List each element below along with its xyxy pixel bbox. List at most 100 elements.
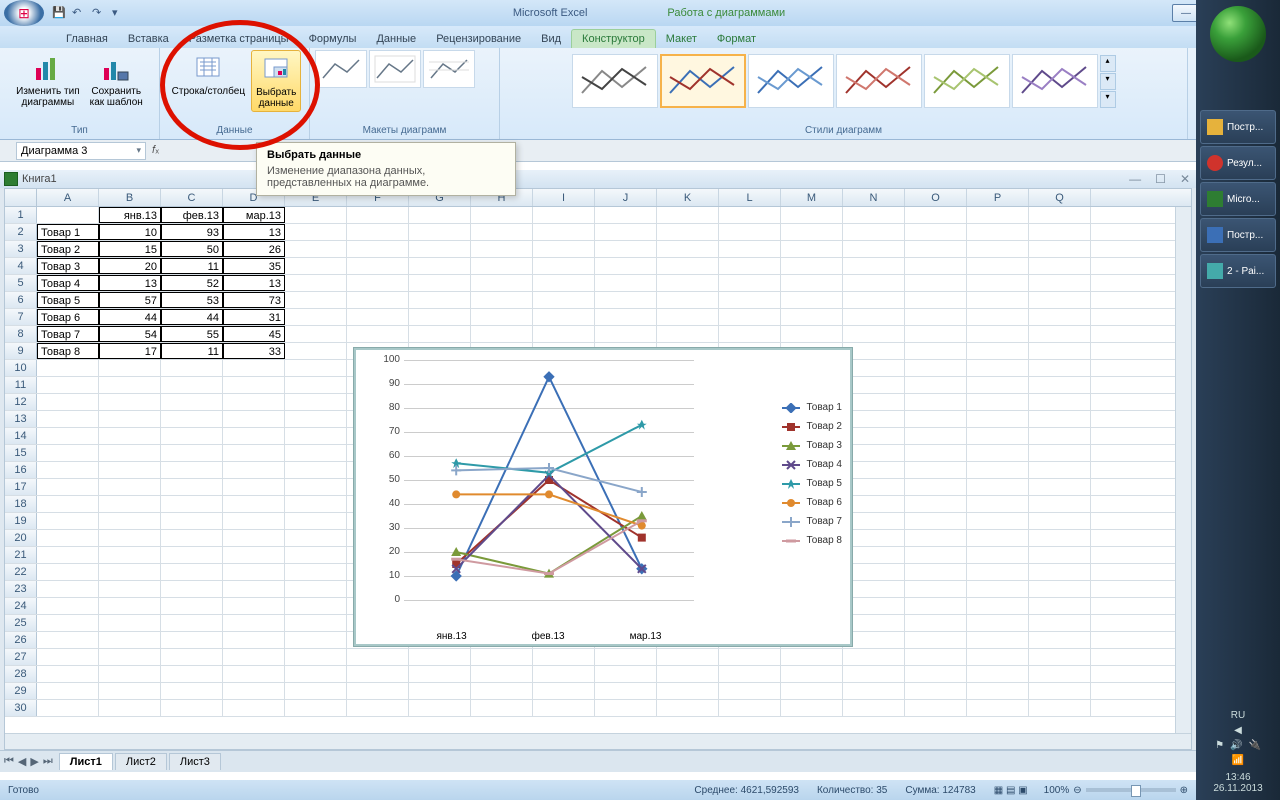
- style-3[interactable]: [748, 54, 834, 108]
- sheet-tab-2[interactable]: Лист2: [115, 753, 167, 770]
- office-button[interactable]: ⊞: [4, 0, 44, 26]
- tray-arrow-icon[interactable]: ◀: [1234, 725, 1242, 736]
- col-B[interactable]: B: [99, 189, 161, 206]
- tray-time: 13:46: [1196, 772, 1280, 783]
- column-headers[interactable]: A B C D E F G H I J K L M N O P Q: [5, 189, 1191, 207]
- layout-preset-1[interactable]: [315, 50, 367, 88]
- styles-scroll[interactable]: ▴▾▾: [1100, 55, 1116, 108]
- chart-x-labels: янв.13фев.13мар.13: [404, 631, 694, 642]
- select-all-corner[interactable]: [5, 189, 37, 206]
- select-data-button[interactable]: Выбрать данные: [251, 50, 301, 112]
- tray-power-icon[interactable]: 🔌: [1248, 740, 1260, 751]
- tab-design[interactable]: Конструктор: [571, 29, 656, 48]
- horizontal-scrollbar[interactable]: [5, 733, 1191, 749]
- col-Q[interactable]: Q: [1029, 189, 1091, 206]
- row-30[interactable]: 30: [5, 700, 1175, 717]
- col-P[interactable]: P: [967, 189, 1029, 206]
- sheet-tab-nav[interactable]: ⏮◀▶⏭: [0, 755, 57, 768]
- legend-item[interactable]: Товар 1: [782, 398, 842, 417]
- vertical-scrollbar[interactable]: [1175, 207, 1191, 733]
- row-4[interactable]: 4Товар 3201135: [5, 258, 1175, 275]
- col-L[interactable]: L: [719, 189, 781, 206]
- layout-preset-2[interactable]: [369, 50, 421, 88]
- taskbar-item-5[interactable]: 2 - Pai...: [1200, 254, 1276, 288]
- tab-insert[interactable]: Вставка: [118, 30, 179, 48]
- taskbar-item-3[interactable]: Micro...: [1200, 182, 1276, 216]
- style-4[interactable]: [836, 54, 922, 108]
- start-button[interactable]: [1210, 6, 1266, 62]
- legend-item[interactable]: Товар 8: [782, 531, 842, 550]
- taskbar-item-4[interactable]: Постр...: [1200, 218, 1276, 252]
- sheet-tab-3[interactable]: Лист3: [169, 753, 221, 770]
- col-O[interactable]: O: [905, 189, 967, 206]
- system-tray[interactable]: RU ◀ ⚑🔊🔌 📶 13:46 26.11.2013: [1196, 710, 1280, 794]
- col-M[interactable]: M: [781, 189, 843, 206]
- tray-network-icon[interactable]: 📶: [1232, 755, 1244, 766]
- chart-styles-gallery[interactable]: ▴▾▾: [570, 50, 1118, 112]
- taskbar-item-1[interactable]: Постр...: [1200, 110, 1276, 144]
- name-box[interactable]: Диаграмма 3: [16, 142, 146, 160]
- row-1[interactable]: 1янв.13фев.13мар.13: [5, 207, 1175, 224]
- embedded-chart[interactable]: 0102030405060708090100 Товар 1Товар 2Тов…: [353, 347, 853, 647]
- col-I[interactable]: I: [533, 189, 595, 206]
- quick-access-toolbar[interactable]: 💾 ↶ ↷ ▾: [52, 6, 126, 20]
- legend-item[interactable]: Товар 4: [782, 455, 842, 474]
- qat-dropdown-icon[interactable]: ▾: [112, 6, 126, 20]
- worksheet[interactable]: A B C D E F G H I J K L M N O P Q 1янв.1…: [4, 188, 1192, 750]
- col-N[interactable]: N: [843, 189, 905, 206]
- row-27[interactable]: 27: [5, 649, 1175, 666]
- row-29[interactable]: 29: [5, 683, 1175, 700]
- tab-review[interactable]: Рецензирование: [426, 30, 531, 48]
- tray-volume-icon[interactable]: 🔊: [1230, 740, 1242, 751]
- row-2[interactable]: 2Товар 1109313: [5, 224, 1175, 241]
- tab-home[interactable]: Главная: [56, 30, 118, 48]
- row-3[interactable]: 3Товар 2155026: [5, 241, 1175, 258]
- taskbar-item-2[interactable]: Резул...: [1200, 146, 1276, 180]
- wb-restore-icon[interactable]: ☐: [1155, 172, 1166, 186]
- legend-item[interactable]: Товар 3: [782, 436, 842, 455]
- style-1[interactable]: [572, 54, 658, 108]
- redo-icon[interactable]: ↷: [92, 6, 106, 20]
- chart-legend[interactable]: Товар 1Товар 2Товар 3Товар 4Товар 5Товар…: [782, 398, 842, 550]
- change-chart-type-button[interactable]: Изменить тип диаграммы: [12, 50, 83, 110]
- row-5[interactable]: 5Товар 4135213: [5, 275, 1175, 292]
- save-icon[interactable]: 💾: [52, 6, 66, 20]
- legend-item[interactable]: Товар 6: [782, 493, 842, 512]
- select-data-icon: [260, 53, 292, 85]
- tab-data[interactable]: Данные: [366, 30, 426, 48]
- row-28[interactable]: 28: [5, 666, 1175, 683]
- chart-plot-area[interactable]: 0102030405060708090100: [404, 360, 694, 600]
- save-template-icon: [100, 52, 132, 84]
- col-K[interactable]: K: [657, 189, 719, 206]
- row-6[interactable]: 6Товар 5575373: [5, 292, 1175, 309]
- style-5[interactable]: [924, 54, 1010, 108]
- fx-icon[interactable]: 𝑓ₓ: [152, 144, 159, 157]
- tab-formulas[interactable]: Формулы: [299, 30, 367, 48]
- workbook-titlebar[interactable]: Книга1 —☐✕: [0, 170, 1196, 188]
- save-template-button[interactable]: Сохранить как шаблон: [86, 50, 147, 110]
- wb-close-icon[interactable]: ✕: [1180, 172, 1190, 186]
- tray-flag-icon[interactable]: ⚑: [1215, 740, 1224, 751]
- tab-page-layout[interactable]: Разметка страницы: [179, 30, 299, 48]
- undo-icon[interactable]: ↶: [72, 6, 86, 20]
- row-8[interactable]: 8Товар 7545545: [5, 326, 1175, 343]
- style-6[interactable]: [1012, 54, 1098, 108]
- col-J[interactable]: J: [595, 189, 657, 206]
- legend-item[interactable]: Товар 7: [782, 512, 842, 531]
- wb-minimize-icon[interactable]: —: [1129, 172, 1141, 186]
- col-C[interactable]: C: [161, 189, 223, 206]
- tray-lang[interactable]: RU: [1196, 710, 1280, 721]
- tab-view[interactable]: Вид: [531, 30, 571, 48]
- sheet-tab-1[interactable]: Лист1: [59, 753, 113, 770]
- tab-layout[interactable]: Макет: [656, 30, 707, 48]
- tab-format[interactable]: Формат: [707, 30, 766, 48]
- zoom-control[interactable]: 100%⊖⊕: [1044, 785, 1188, 796]
- legend-item[interactable]: Товар 5: [782, 474, 842, 493]
- view-buttons[interactable]: ▦ ▤ ▣: [994, 785, 1028, 796]
- style-2[interactable]: [660, 54, 746, 108]
- layout-preset-3[interactable]: [423, 50, 475, 88]
- switch-row-col-button[interactable]: Строка/столбец: [168, 50, 249, 112]
- legend-item[interactable]: Товар 2: [782, 417, 842, 436]
- row-7[interactable]: 7Товар 6444431: [5, 309, 1175, 326]
- col-A[interactable]: A: [37, 189, 99, 206]
